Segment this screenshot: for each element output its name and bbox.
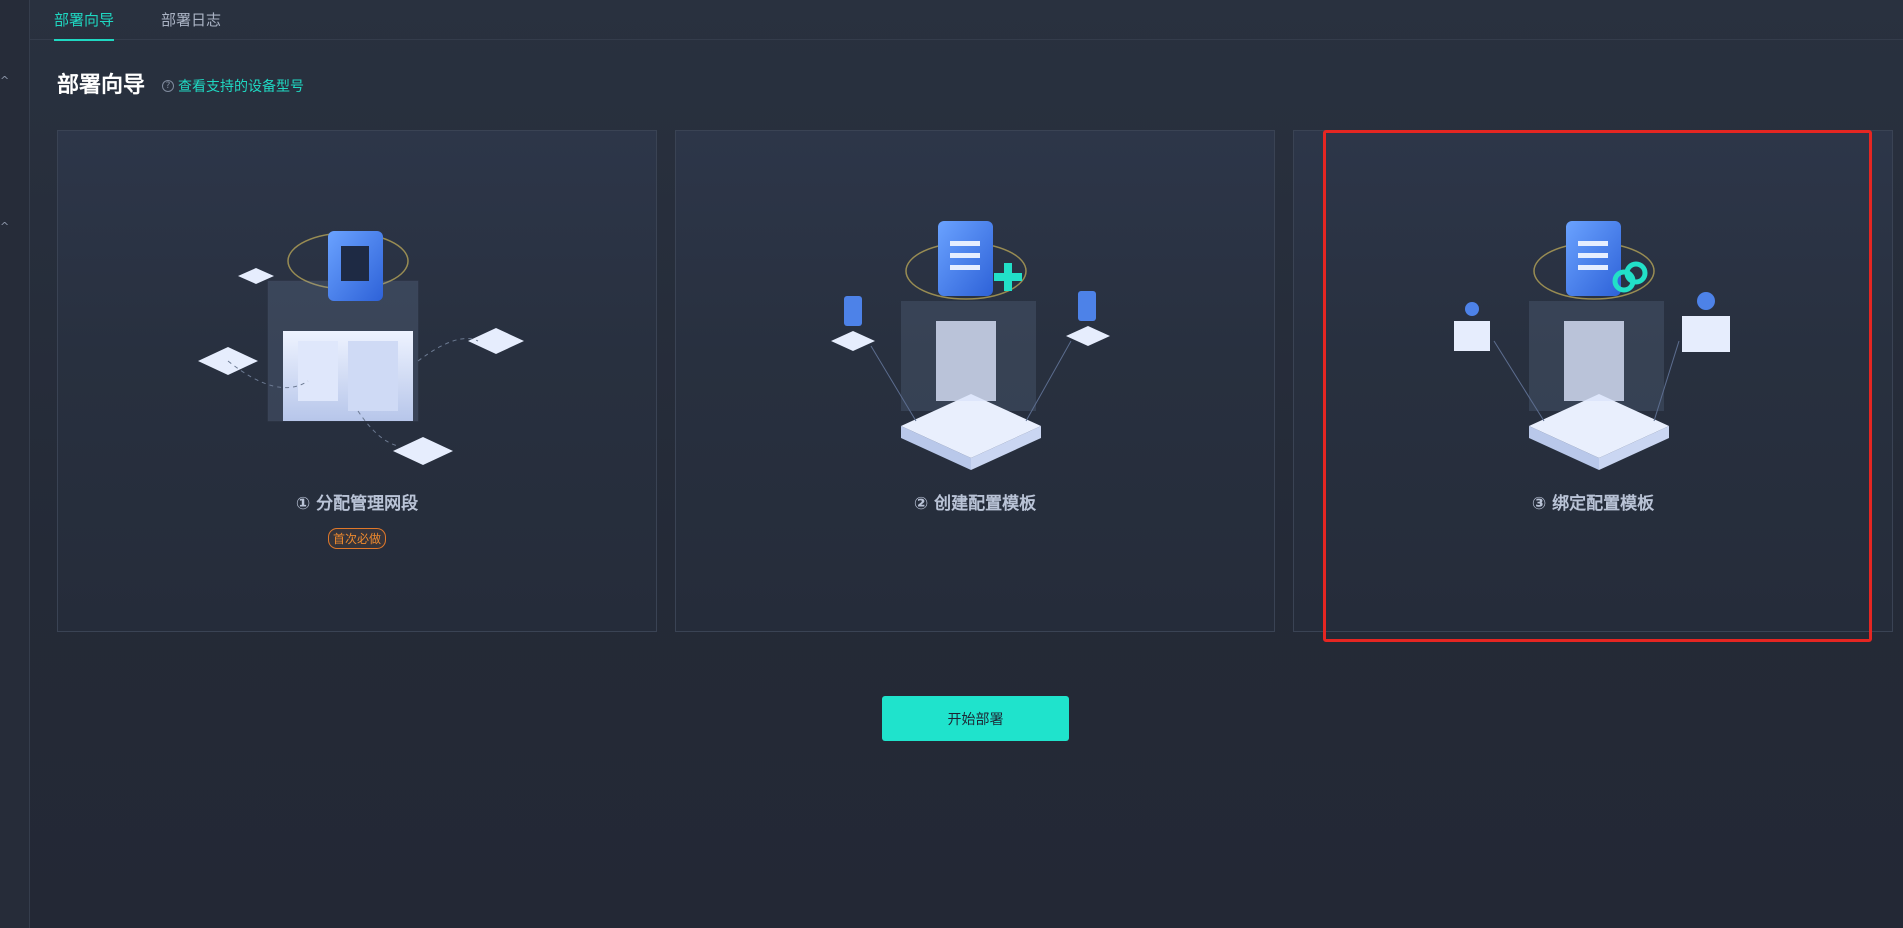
left-rail: ^ ^: [0, 0, 30, 928]
step-card-create-template[interactable]: ② 创建配置模板: [675, 130, 1275, 632]
step-card-bind-template[interactable]: ③ 绑定配置模板: [1293, 130, 1893, 632]
network-segment-illustration: [198, 231, 524, 465]
chevron-up-icon[interactable]: ^: [0, 75, 10, 86]
step-title: ③ 绑定配置模板: [1531, 494, 1655, 514]
start-deploy-button[interactable]: 开始部署: [882, 696, 1069, 741]
step-title: ② 创建配置模板: [913, 494, 1037, 514]
create-template-illustration: [831, 221, 1110, 470]
tab-deploy-log[interactable]: 部署日志: [161, 9, 221, 39]
help-icon: ?: [162, 80, 174, 92]
app: ^ ^ 部署向导 部署日志 部署向导 ? 查看支持的设备型号 ① 分配管理网段 …: [0, 0, 1903, 928]
supported-devices-link[interactable]: ? 查看支持的设备型号: [162, 76, 304, 96]
page-title: 部署向导: [57, 73, 146, 98]
tab-bar: 部署向导 部署日志: [30, 0, 1903, 41]
required-badge: 首次必做: [327, 528, 387, 549]
step-card-assign-segment[interactable]: ① 分配管理网段 首次必做: [57, 130, 657, 632]
bind-template-illustration: [1454, 221, 1730, 470]
chevron-up-icon[interactable]: ^: [0, 221, 10, 232]
tab-deploy-wizard[interactable]: 部署向导: [54, 9, 115, 41]
step-title: ① 分配管理网段: [295, 494, 419, 514]
supported-devices-label: 查看支持的设备型号: [178, 79, 304, 95]
